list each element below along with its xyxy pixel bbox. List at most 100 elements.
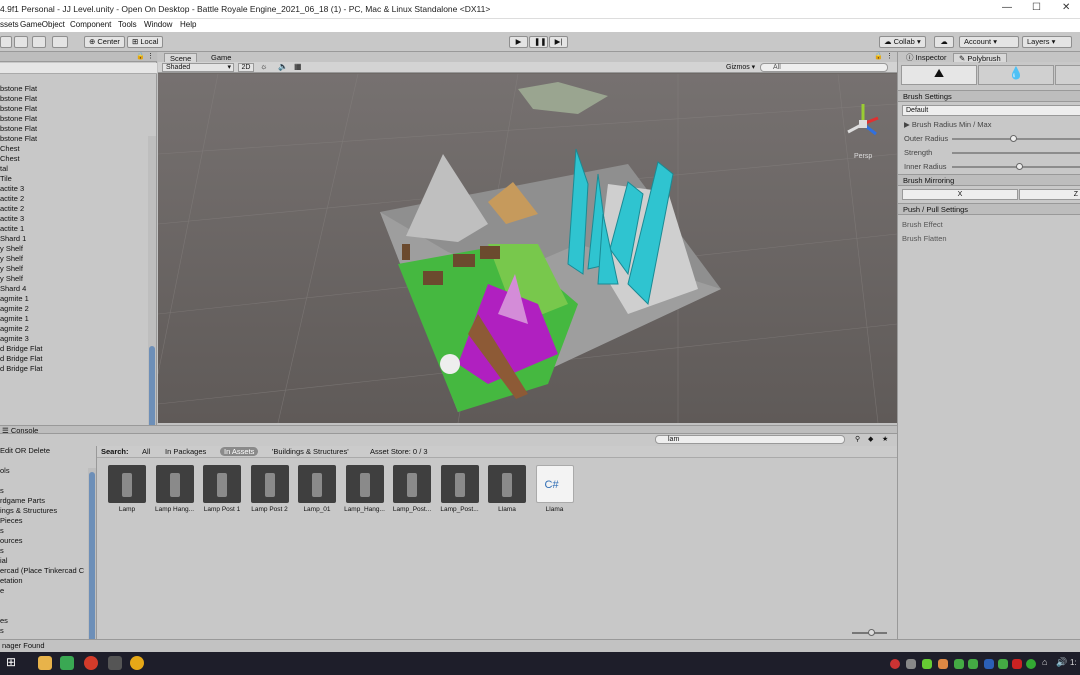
hierarchy-item[interactable]: actite 1 (0, 224, 24, 233)
cloud-icon[interactable]: ☁ (934, 36, 954, 48)
chrome-icon[interactable] (130, 656, 144, 670)
paint-mode-button[interactable] (1055, 65, 1080, 85)
hierarchy-item[interactable]: y Shelf (0, 254, 23, 263)
project-folder-item[interactable]: rdgame Parts (0, 496, 45, 505)
brush-preset-dropdown[interactable]: Default (902, 105, 1080, 116)
mirror-axis-dropdown[interactable]: X (902, 189, 1018, 200)
project-tree-scrollbar[interactable] (88, 468, 96, 650)
favorite-icon[interactable]: ★ (882, 435, 888, 443)
menu-component[interactable]: Component (70, 20, 111, 29)
hierarchy-item[interactable]: bstone Flat (0, 134, 37, 143)
project-folder-item[interactable]: ources (0, 536, 23, 545)
app-green-icon[interactable] (60, 656, 74, 670)
mirror-space-dropdown[interactable]: Z (1019, 189, 1080, 200)
lighting-icon[interactable]: ☼ (260, 62, 267, 71)
tray-icon-6[interactable] (968, 659, 978, 669)
hierarchy-item[interactable]: bstone Flat (0, 124, 37, 133)
hierarchy-item[interactable]: d Bridge Flat (0, 354, 43, 363)
hierarchy-item[interactable]: bstone Flat (0, 84, 37, 93)
file-explorer-icon[interactable] (38, 656, 52, 670)
sculpt-mode-button[interactable]: ⛰ (901, 65, 977, 85)
volume-icon[interactable]: 🔊 (1056, 657, 1067, 668)
filter-type-icon[interactable]: ⚲ (855, 435, 860, 443)
tray-icon-5[interactable] (954, 659, 964, 669)
rotate-tool-icon[interactable] (0, 36, 12, 48)
filter-asset-store[interactable]: Asset Store: 0 / 3 (370, 447, 428, 456)
smooth-mode-button[interactable]: 💧 (978, 65, 1054, 85)
gizmos-dropdown[interactable]: Gizmos ▾ (726, 63, 755, 71)
tab-polybrush[interactable]: ✎ Polybrush (953, 53, 1007, 63)
hierarchy-item[interactable]: Shard 4 (0, 284, 26, 293)
asset-thumbnail[interactable] (203, 465, 241, 503)
menu-window[interactable]: Window (144, 20, 172, 29)
hierarchy-item[interactable]: tal (0, 164, 8, 173)
hierarchy-item[interactable]: y Shelf (0, 274, 23, 283)
tray-icon-8[interactable] (1012, 659, 1022, 669)
pause-button[interactable]: ❚❚ (529, 36, 548, 48)
project-folder-item[interactable]: s (0, 626, 4, 635)
csharp-script-icon[interactable]: C# (535, 465, 574, 503)
hierarchy-item[interactable]: bstone Flat (0, 94, 37, 103)
unity-icon[interactable] (108, 656, 122, 670)
project-folder-item[interactable]: e (0, 586, 4, 595)
hierarchy-item[interactable]: agmite 3 (0, 334, 29, 343)
hierarchy-item[interactable]: agmite 1 (0, 294, 29, 303)
project-folder-item[interactable]: Pieces (0, 516, 23, 525)
brush-settings-header[interactable]: Brush Settings (898, 90, 1080, 102)
hierarchy-scrollbar[interactable] (148, 136, 156, 466)
asset-thumbnail[interactable] (298, 465, 336, 503)
tab-inspector[interactable]: ⓘ Inspector (901, 53, 951, 62)
hierarchy-item[interactable]: y Shelf (0, 264, 23, 273)
audio-icon[interactable]: 🔈 (278, 62, 288, 71)
tray-icon-4[interactable] (938, 659, 948, 669)
tray-icon-9[interactable] (1026, 659, 1036, 669)
persp-label[interactable]: Persp (854, 153, 872, 160)
tray-icon-3[interactable] (922, 659, 932, 669)
minimize-icon[interactable]: — (1002, 2, 1012, 13)
hierarchy-item[interactable]: Tile (0, 174, 12, 183)
windows-start-icon[interactable]: ⊞ (6, 655, 16, 669)
lock-icon[interactable]: 🔒 (874, 52, 883, 60)
hierarchy-item[interactable]: Chest (0, 144, 20, 153)
hierarchy-item[interactable]: actite 2 (0, 194, 24, 203)
asset-thumbnail[interactable] (155, 465, 194, 503)
lock-icon[interactable]: 🔒 (136, 52, 145, 60)
collab-button[interactable]: ☁ Collab ▾ (879, 36, 926, 48)
hierarchy-item[interactable]: bstone Flat (0, 114, 37, 123)
hierarchy-item[interactable]: agmite 2 (0, 304, 29, 313)
asset-thumbnail[interactable] (108, 465, 146, 503)
menu-help[interactable]: Help (180, 20, 196, 29)
account-dropdown[interactable]: Account ▾ (959, 36, 1019, 48)
project-folder-item[interactable]: ings & Structures (0, 506, 57, 515)
filter-in-packages[interactable]: In Packages (165, 447, 206, 456)
hierarchy-item[interactable]: Shard 1 (0, 234, 26, 243)
asset-thumbnail[interactable] (250, 465, 289, 503)
filter-all[interactable]: All (142, 447, 150, 456)
inner-radius-handle[interactable] (1016, 163, 1023, 170)
hierarchy-item[interactable]: d Bridge Flat (0, 344, 43, 353)
scale-tool-icon[interactable] (14, 36, 28, 48)
zoom-slider-handle[interactable] (868, 629, 875, 636)
project-folder-item[interactable]: ols (0, 466, 10, 475)
asset-thumbnail[interactable] (393, 465, 431, 503)
hierarchy-item[interactable]: actite 2 (0, 204, 24, 213)
tray-icon-7[interactable] (998, 659, 1008, 669)
layers-dropdown[interactable]: Layers ▾ (1022, 36, 1072, 48)
clock[interactable]: 1: (1070, 658, 1077, 667)
maximize-icon[interactable]: ☐ (1032, 2, 1041, 13)
network-icon[interactable]: ⌂ (1042, 657, 1047, 667)
project-folder-item[interactable]: es (0, 616, 8, 625)
pivot-local-button[interactable]: ⊞ Local (127, 36, 164, 48)
filter-folder[interactable]: 'Buildings & Structures' (272, 447, 349, 456)
shading-mode-dropdown[interactable]: Shaded ▾ (162, 63, 234, 72)
scrollbar-thumb[interactable] (89, 472, 95, 642)
rect-tool-icon[interactable] (32, 36, 46, 48)
project-folder-item[interactable]: s (0, 486, 4, 495)
label-icon[interactable]: ◆ (868, 435, 873, 443)
menu-tools[interactable]: Tools (118, 20, 137, 29)
project-folder-item[interactable]: ial (0, 556, 8, 565)
brush-mirroring-header[interactable]: Brush Mirroring (898, 174, 1080, 186)
asset-thumbnail[interactable] (345, 465, 384, 503)
menu-dots-icon[interactable]: ⋮ (147, 52, 154, 60)
outer-radius-handle[interactable] (1010, 135, 1017, 142)
